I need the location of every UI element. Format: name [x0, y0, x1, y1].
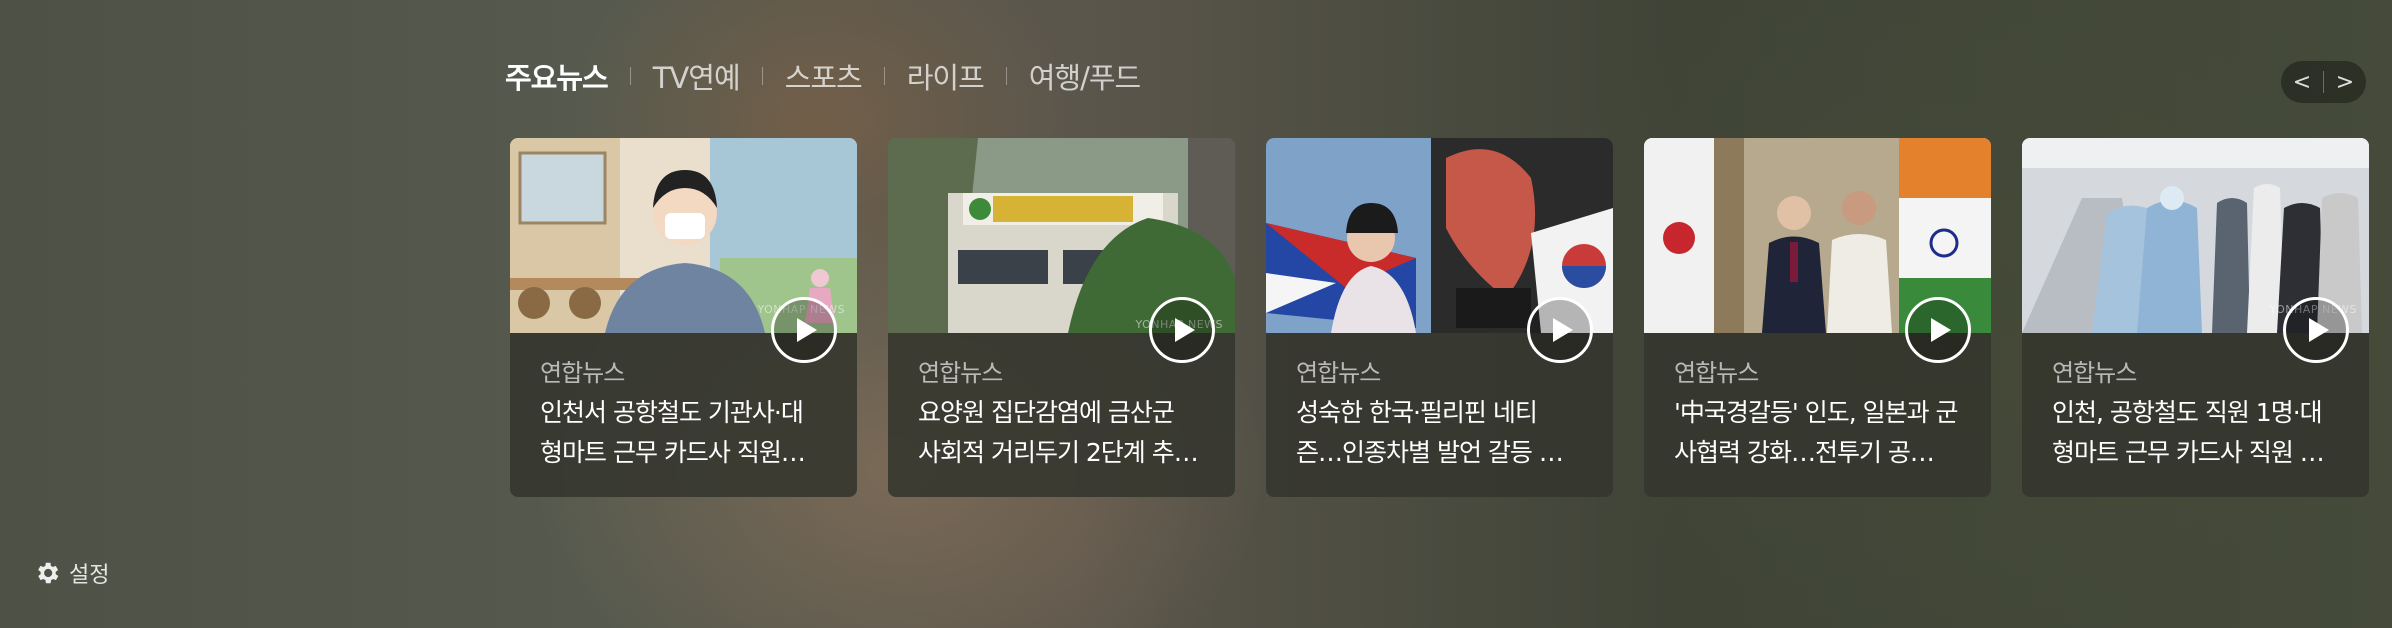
news-title: '中국경갈등' 인도, 일본과 군 사협력 강화…전투기 공… — [1674, 398, 1959, 467]
news-title: 성숙한 한국·필리핀 네티 즌…인종차별 발언 갈등 … — [1296, 398, 1564, 467]
news-card[interactable]: 연합뉴스 '中국경갈등' 인도, 일본과 군 사협력 강화…전투기 공… — [1644, 138, 1991, 497]
carousel-nav: < > — [2281, 61, 2366, 103]
news-title: 요양원 집단감염에 금산군 사회적 거리두기 2단계 추… — [918, 398, 1199, 467]
chevron-right-icon[interactable]: > — [2324, 61, 2366, 103]
news-title: 인천서 공항철도 기관사·대 형마트 근무 카드사 직원… — [540, 398, 806, 467]
news-source: 연합뉴스 — [918, 359, 1003, 387]
tab-sports[interactable]: 스포츠 — [785, 55, 863, 97]
tab-divider — [883, 67, 885, 85]
news-card[interactable]: YONHAP NEWS 연합뉴스 인천서 공항철도 기관사·대 형마트 근무 카… — [510, 138, 857, 497]
news-source: 연합뉴스 — [2052, 359, 2137, 387]
news-source: 연합뉴스 — [1674, 359, 1759, 387]
tab-divider — [1005, 67, 1007, 85]
news-source: 연합뉴스 — [540, 359, 625, 387]
tab-main-news[interactable]: 주요뉴스 — [505, 55, 609, 97]
tab-divider — [761, 67, 763, 85]
news-title: 인천, 공항철도 직원 1명·대 형마트 근무 카드사 직원 … — [2052, 398, 2325, 467]
tab-divider — [629, 67, 631, 85]
play-icon[interactable] — [2283, 297, 2349, 363]
news-card[interactable]: 연합뉴스 성숙한 한국·필리핀 네티 즌…인종차별 발언 갈등 … — [1266, 138, 1613, 497]
play-icon[interactable] — [1527, 297, 1593, 363]
news-card[interactable]: YONHAP NEWS 연합뉴스 요양원 집단감염에 금산군 사회적 거리두기 … — [888, 138, 1235, 497]
gear-icon — [38, 562, 59, 584]
play-icon[interactable] — [1905, 297, 1971, 363]
tab-tv-entertainment[interactable]: TV연예 — [653, 55, 741, 97]
settings-button[interactable]: 설정 — [33, 557, 109, 589]
chevron-left-icon[interactable]: < — [2281, 61, 2323, 103]
news-card[interactable]: YONHAP NEWS 연합뉴스 인천, 공항철도 직원 1명·대 형마트 근무… — [2022, 138, 2369, 497]
play-icon[interactable] — [771, 297, 837, 363]
tab-life[interactable]: 라이프 — [907, 55, 985, 97]
category-tabs: 주요뉴스 TV연예 스포츠 라이프 여행/푸드 — [505, 55, 1141, 97]
settings-label: 설정 — [69, 563, 110, 588]
play-icon[interactable] — [1149, 297, 1215, 363]
news-source: 연합뉴스 — [1296, 359, 1381, 387]
tab-travel-food[interactable]: 여행/푸드 — [1029, 55, 1141, 97]
